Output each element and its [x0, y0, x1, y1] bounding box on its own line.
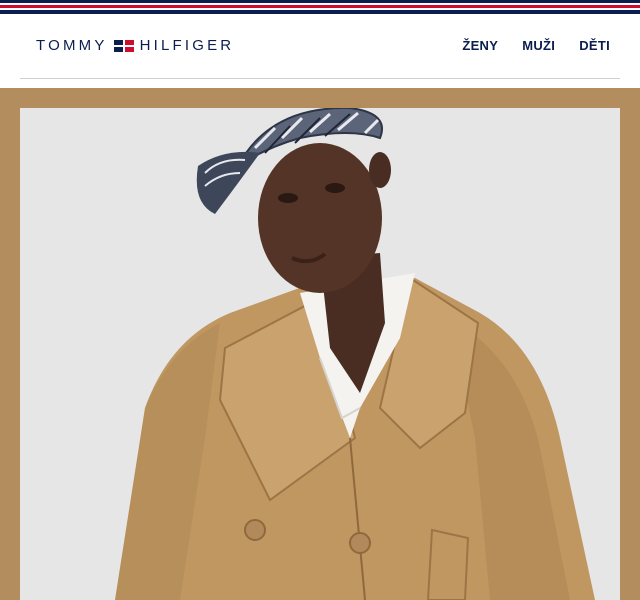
logo-word-left: TOMMY: [36, 37, 108, 54]
header-divider: [20, 78, 620, 79]
logo-word-right: HILFIGER: [139, 37, 235, 54]
hero-image[interactable]: [20, 108, 620, 600]
hero-banner[interactable]: [0, 88, 640, 600]
flag-icon: [113, 40, 134, 52]
nav-item-muzi[interactable]: MUŽI: [522, 38, 555, 54]
site-header: TOMMY HILFIGER ŽENY MUŽI DĚTI: [0, 14, 640, 78]
brand-logo[interactable]: TOMMY HILFIGER: [36, 38, 234, 54]
brand-stripes: [0, 0, 640, 14]
nav-item-deti[interactable]: DĚTI: [579, 38, 610, 54]
main-nav: ŽENY MUŽI DĚTI: [462, 38, 610, 54]
nav-item-zeny[interactable]: ŽENY: [462, 38, 498, 54]
